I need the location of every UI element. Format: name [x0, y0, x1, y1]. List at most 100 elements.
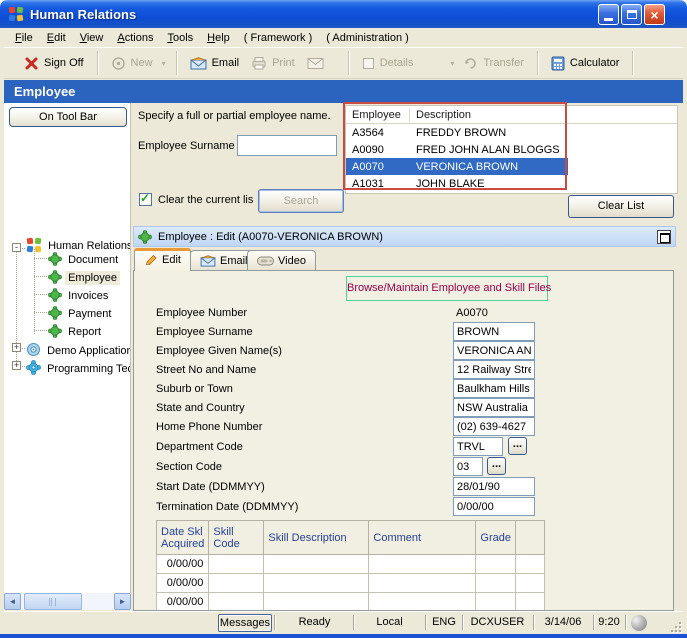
scroll-left-arrow[interactable]: ◄ [4, 593, 21, 610]
close-button[interactable]: × [644, 4, 665, 25]
given-names-field[interactable] [453, 341, 535, 360]
column-header-employee[interactable]: Employee [346, 108, 410, 122]
list-item[interactable]: A1031 JOHN BLAKE [346, 175, 568, 192]
scroll-right-arrow[interactable]: ► [114, 593, 131, 610]
section-lookup-button[interactable]: ... [487, 457, 506, 475]
tree-node-human-relations[interactable]: Human Relations [26, 237, 131, 253]
menu-edit[interactable]: Edit [40, 30, 73, 46]
termination-date-field[interactable] [453, 497, 535, 516]
menu-file[interactable]: File [8, 30, 40, 46]
suburb-field[interactable] [453, 379, 535, 398]
cell[interactable] [515, 574, 544, 593]
tree-expand-box[interactable]: + [12, 361, 21, 370]
search-button[interactable]: Search [258, 189, 344, 213]
calculator-icon [551, 56, 565, 71]
scrollbar-track[interactable] [82, 593, 114, 610]
tree-collapse-box[interactable]: - [12, 243, 21, 252]
cell[interactable] [264, 574, 369, 593]
start-date-field[interactable] [453, 477, 535, 496]
messages-button[interactable]: Messages [218, 614, 272, 632]
cell[interactable] [369, 555, 476, 574]
tab-video[interactable]: Video [247, 250, 316, 270]
cell[interactable] [209, 574, 264, 593]
tree-node-document[interactable]: Document [48, 252, 121, 266]
state-country-field[interactable] [453, 398, 535, 417]
tree-node-report[interactable]: Report [48, 324, 104, 338]
cell[interactable] [515, 593, 544, 612]
new-button[interactable]: New [105, 53, 159, 74]
cell[interactable] [476, 574, 516, 593]
function-icon [48, 288, 62, 302]
cell[interactable] [264, 593, 369, 612]
skills-header-row: Date Skl Acquired Skill Code Skill Descr… [157, 521, 545, 555]
employee-surname-field[interactable] [453, 322, 535, 341]
function-icon [138, 230, 152, 244]
employee-code: A0070 [346, 161, 410, 173]
cell[interactable] [264, 555, 369, 574]
department-code-field[interactable] [453, 437, 503, 456]
new-dropdown-arrow[interactable]: ▾ [159, 59, 169, 68]
clear-list-checkbox[interactable]: ✓ [139, 193, 152, 206]
transfer-button[interactable]: Transfer [457, 53, 530, 74]
send-envelope-button[interactable] [301, 54, 330, 73]
cell[interactable] [515, 555, 544, 574]
menu-tools[interactable]: Tools [160, 30, 200, 46]
clear-list-button[interactable]: Clear List [568, 195, 674, 218]
tree-node-employee[interactable]: Employee [48, 270, 120, 284]
skills-row[interactable]: 0/00/00 [157, 574, 545, 593]
minimize-button[interactable] [598, 4, 619, 25]
list-item[interactable]: A0090 FRED JOHN ALAN BLOGGS [346, 141, 568, 158]
cell[interactable] [369, 593, 476, 612]
home-phone-field[interactable] [453, 417, 535, 436]
menu-help[interactable]: Help [200, 30, 237, 46]
column-header-description[interactable]: Description [410, 108, 567, 122]
cell[interactable] [476, 555, 516, 574]
skills-row[interactable]: 0/00/00 [157, 555, 545, 574]
surname-input[interactable] [237, 135, 337, 156]
sidebar-horizontal-scrollbar[interactable]: ◄ ► [4, 593, 131, 610]
cell[interactable] [476, 593, 516, 612]
cell[interactable] [209, 555, 264, 574]
date-cell[interactable]: 0/00/00 [157, 555, 209, 574]
sign-off-button[interactable]: Sign Off [18, 53, 90, 74]
tree-expand-box[interactable]: + [12, 343, 21, 352]
col-skill-description: Skill Description [264, 521, 369, 555]
menu-view[interactable]: View [73, 30, 111, 46]
skills-row[interactable]: 0/00/00 [157, 593, 545, 612]
menu-administration[interactable]: ( Administration ) [319, 30, 416, 46]
details-dropdown-arrow[interactable]: ▾ [447, 59, 457, 68]
details-button[interactable]: Details [356, 54, 420, 73]
street-field[interactable] [453, 360, 535, 379]
print-button[interactable]: Print [245, 53, 301, 73]
window-border-bottom [0, 634, 687, 638]
status-language: ENG [428, 616, 460, 628]
maximize-button[interactable] [621, 4, 642, 25]
calculator-button[interactable]: Calculator [545, 53, 626, 74]
tree-node-invoices[interactable]: Invoices [48, 288, 111, 302]
menu-framework[interactable]: ( Framework ) [237, 30, 319, 46]
email-button[interactable]: Email [184, 54, 246, 73]
list-item-selected[interactable]: A0070 VERONICA BROWN [346, 158, 568, 175]
tree-node-programming-tec[interactable]: Programming Tec [26, 360, 131, 375]
panel-restore-button[interactable] [657, 230, 671, 244]
detail-panel-header: Employee : Edit (A0070-VERONICA BROWN) [133, 226, 676, 247]
date-cell[interactable]: 0/00/00 [157, 574, 209, 593]
section-code-field[interactable] [453, 457, 483, 476]
department-lookup-button[interactable]: ... [508, 437, 527, 455]
menu-actions[interactable]: Actions [110, 30, 160, 46]
clear-checkbox-label: Clear the current lis [158, 194, 253, 206]
cell[interactable] [209, 593, 264, 612]
toolbar-separator [97, 51, 98, 75]
date-cell[interactable]: 0/00/00 [157, 593, 209, 612]
tree-node-demo-application[interactable]: Demo Application [26, 342, 131, 357]
sign-off-icon [24, 56, 39, 71]
page-title: Employee [14, 84, 75, 99]
tree-node-payment[interactable]: Payment [48, 306, 114, 320]
resize-grip[interactable] [669, 620, 681, 632]
scrollbar-thumb[interactable] [24, 593, 82, 610]
list-item[interactable]: A3564 FREDDY BROWN [346, 124, 568, 141]
cell[interactable] [369, 574, 476, 593]
on-tool-bar-button[interactable]: On Tool Bar [9, 107, 127, 127]
employee-code: A3564 [346, 127, 410, 139]
tab-edit[interactable]: Edit [134, 248, 191, 271]
